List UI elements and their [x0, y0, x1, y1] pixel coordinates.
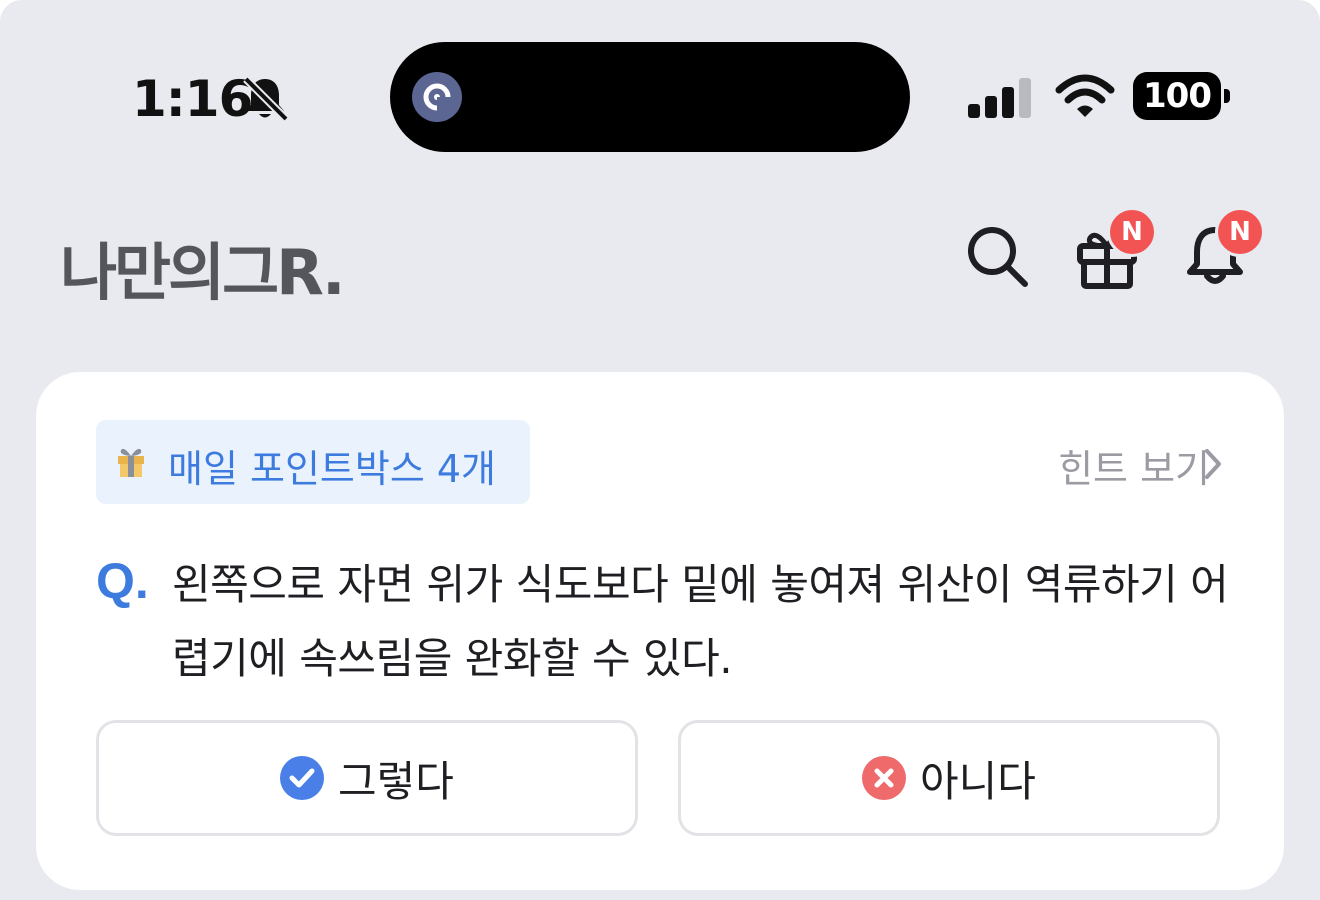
- hint-link[interactable]: 힌트 보기: [1058, 438, 1210, 493]
- app-activity-icon: [412, 72, 462, 122]
- search-icon[interactable]: [963, 222, 1033, 292]
- battery-level: 100: [1133, 72, 1221, 120]
- battery-icon: 100: [1133, 72, 1233, 122]
- bell-badge: N: [1215, 207, 1265, 257]
- quiz-card: 매일 포인트박스 4개 힌트 보기 Q. 왼쪽으로 자면 위가 식도보다 밑에 …: [36, 372, 1284, 890]
- gift-badge: N: [1107, 207, 1157, 257]
- signal-icon: [968, 78, 1031, 118]
- answer-yes-button[interactable]: 그렇다: [96, 720, 638, 836]
- app-screen: 1:16 100 나만의그R. N N 매일 포인트박스 4개 힌트 보기 Q.…: [0, 0, 1320, 900]
- daily-points-label: 매일 포인트박스 4개: [168, 447, 497, 491]
- chevron-right-icon[interactable]: [1202, 447, 1224, 481]
- answer-yes-label: 그렇다: [338, 756, 454, 806]
- gift-box-icon: [118, 448, 144, 477]
- question-text: 왼쪽으로 자면 위가 식도보다 밑에 놓여져 위산이 역류하기 어렵기에 속쓰림…: [172, 560, 1229, 683]
- app-logo[interactable]: 나만의그R.: [60, 222, 346, 312]
- answer-no-button[interactable]: 아니다: [678, 720, 1220, 836]
- x-circle-icon: [862, 756, 907, 800]
- daily-points-chip[interactable]: 매일 포인트박스 4개: [96, 420, 530, 504]
- answer-no-label: 아니다: [920, 756, 1036, 806]
- bell-slash-icon: [243, 76, 289, 121]
- question-marker: Q.: [96, 553, 149, 609]
- check-circle-icon: [280, 756, 325, 800]
- status-time: 1:16: [132, 70, 253, 128]
- dynamic-island: [390, 42, 910, 152]
- wifi-icon: [1055, 74, 1115, 117]
